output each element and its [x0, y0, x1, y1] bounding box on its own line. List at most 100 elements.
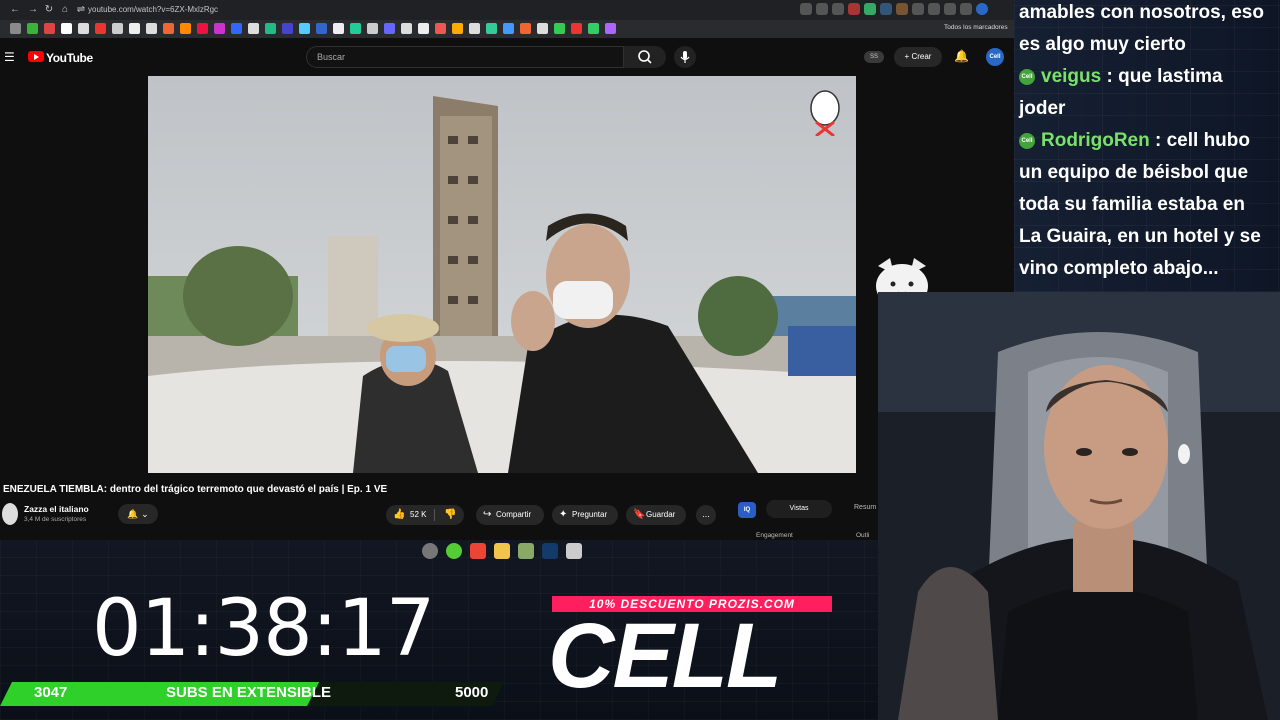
- bookmark-icon[interactable]: [486, 23, 497, 34]
- channel-name[interactable]: Zazza el italiano: [24, 504, 89, 514]
- bookmark-icon[interactable]: [180, 23, 191, 34]
- bookmark-icon[interactable]: [248, 23, 259, 34]
- subs-current: 3047: [34, 684, 68, 701]
- zoom-icon[interactable]: [800, 3, 812, 15]
- bookmark-icon[interactable]: [384, 23, 395, 34]
- bookmark-icon[interactable]: [605, 23, 616, 34]
- subscribe-bell-button[interactable]: 🔔 ⌄: [118, 504, 158, 524]
- extension-icon[interactable]: [848, 3, 860, 15]
- ask-button[interactable]: ✦ Preguntar: [552, 505, 618, 525]
- bookmark-icon[interactable]: [316, 23, 327, 34]
- sidebar-icon[interactable]: [944, 3, 956, 15]
- bookmark-icon[interactable]: [197, 23, 208, 34]
- bookmark-icon[interactable]: [282, 23, 293, 34]
- bookmark-icon[interactable]: [520, 23, 531, 34]
- bookmark-icon[interactable]: [418, 23, 429, 34]
- search-input[interactable]: Buscar: [306, 46, 624, 68]
- avatar[interactable]: Cell: [986, 48, 1004, 66]
- bookmark-icon[interactable]: [537, 23, 548, 34]
- tab-vistas[interactable]: Vistas: [766, 500, 832, 518]
- subscriber-count: 3,4 M de suscriptores: [24, 516, 87, 523]
- more-actions-button[interactable]: ...: [696, 505, 716, 525]
- thumbs-down-icon[interactable]: 👎: [444, 505, 456, 525]
- bookmark-icon[interactable]: [299, 23, 310, 34]
- divider: [434, 509, 435, 521]
- bookmark-icon[interactable]: [146, 23, 157, 34]
- reload-icon[interactable]: ↻: [42, 3, 56, 17]
- taskbar-app-icon[interactable]: [518, 543, 534, 559]
- puzzle-icon[interactable]: [912, 3, 924, 15]
- bookmark-icon[interactable]: [350, 23, 361, 34]
- create-button[interactable]: + Crear: [894, 47, 942, 67]
- cast-icon[interactable]: [816, 3, 828, 15]
- bookmark-icon[interactable]: [61, 23, 72, 34]
- chat-username[interactable]: RodrigoRen: [1041, 130, 1150, 151]
- like-dislike-button[interactable]: 👍 52 K 👎: [386, 505, 464, 525]
- outlier-label: Outli: [856, 532, 870, 539]
- bookmark-icon[interactable]: [163, 23, 174, 34]
- voice-search-button[interactable]: [674, 46, 696, 68]
- download-icon[interactable]: [928, 3, 940, 15]
- bookmark-icon[interactable]: [129, 23, 140, 34]
- url-field[interactable]: youtube.com/watch?v=6ZX-MxlzRgc: [88, 5, 218, 14]
- save-button[interactable]: 🔖 Guardar: [626, 505, 686, 525]
- extension-icon[interactable]: [896, 3, 908, 15]
- taskbar-app-icon[interactable]: [446, 543, 462, 559]
- site-info-icon[interactable]: ⇌: [74, 3, 88, 17]
- bookmark-icon[interactable]: [435, 23, 446, 34]
- like-count: 52 K: [410, 510, 427, 519]
- all-bookmarks-link[interactable]: Todos los marcadores: [944, 24, 1008, 31]
- hamburger-menu-icon[interactable]: ☰: [4, 50, 15, 64]
- bookmark-icon[interactable]: [44, 23, 55, 34]
- extension-icon[interactable]: [880, 3, 892, 15]
- bookmark-icon[interactable]: [588, 23, 599, 34]
- taskbar-app-icon[interactable]: [566, 543, 582, 559]
- search-button[interactable]: [624, 46, 666, 68]
- analytics-logo-icon[interactable]: IQ: [738, 502, 756, 518]
- bookmark-icon[interactable]: [27, 23, 38, 34]
- chat-message-line: La Guaira, en un hotel y se: [1019, 226, 1261, 247]
- forward-icon[interactable]: →: [26, 3, 40, 17]
- notifications-bell-icon[interactable]: 🔔: [954, 49, 969, 63]
- account-badge[interactable]: SS: [864, 51, 884, 63]
- photoshop-icon[interactable]: [542, 543, 558, 559]
- bookmark-icon[interactable]: [367, 23, 378, 34]
- bookmark-icon[interactable]: [10, 23, 21, 34]
- menu-dots-icon[interactable]: [960, 3, 972, 15]
- bookmark-icon[interactable]: [401, 23, 412, 34]
- bookmark-icon[interactable]: [214, 23, 225, 34]
- ask-label: Preguntar: [572, 510, 608, 519]
- webcam-feed: [878, 292, 1280, 720]
- youtube-logo-icon[interactable]: [28, 51, 44, 62]
- bookmark-icon[interactable]: [265, 23, 276, 34]
- extension-icon[interactable]: [864, 3, 876, 15]
- home-icon[interactable]: ⌂: [58, 3, 72, 17]
- thumbs-up-icon[interactable]: 👍: [393, 505, 405, 525]
- chat-username[interactable]: veigus: [1041, 66, 1101, 87]
- bookmark-icon: 🔖: [633, 509, 646, 520]
- bookmark-icon[interactable]: [503, 23, 514, 34]
- bookmark-icon[interactable]: [333, 23, 344, 34]
- folder-icon[interactable]: [494, 543, 510, 559]
- bookmark-icon[interactable]: [469, 23, 480, 34]
- bookmark-icon[interactable]: [231, 23, 242, 34]
- bookmark-icon[interactable]: [112, 23, 123, 34]
- star-icon[interactable]: [832, 3, 844, 15]
- back-icon[interactable]: ←: [8, 3, 22, 17]
- tab-resumen[interactable]: Resum: [854, 504, 876, 511]
- profile-icon[interactable]: [976, 3, 988, 15]
- youtube-brand[interactable]: YouTube: [46, 51, 93, 65]
- bookmark-icon[interactable]: [95, 23, 106, 34]
- bookmark-icon[interactable]: [452, 23, 463, 34]
- search-icon: [638, 50, 652, 64]
- video-player[interactable]: [148, 76, 856, 473]
- microphone-icon: [680, 51, 690, 63]
- share-button[interactable]: ↪ Compartir: [476, 505, 544, 525]
- bookmark-icon[interactable]: [554, 23, 565, 34]
- bookmark-icon[interactable]: [78, 23, 89, 34]
- taskbar-app-icon[interactable]: [422, 543, 438, 559]
- video-frame: [148, 76, 856, 473]
- chrome-icon[interactable]: [470, 543, 486, 559]
- bookmark-icon[interactable]: [571, 23, 582, 34]
- channel-avatar[interactable]: [2, 503, 18, 525]
